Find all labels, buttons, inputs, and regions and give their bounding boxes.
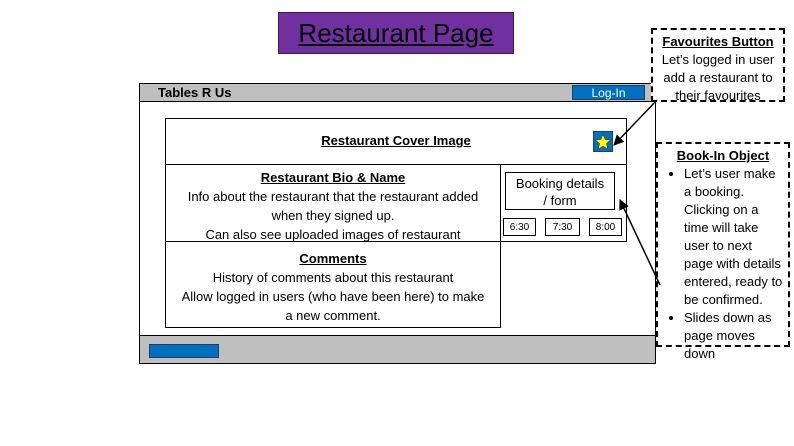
- top-bar: Tables R Us Log-In: [140, 84, 655, 102]
- bio-line: Info about the restaurant that the resta…: [187, 189, 479, 204]
- login-button[interactable]: Log-In: [572, 85, 645, 100]
- bottom-bar: [140, 335, 655, 363]
- time-button-730[interactable]: 7:30: [545, 218, 580, 236]
- bookin-callout-bullet: Let’s user make a booking. Clicking on a…: [684, 165, 784, 309]
- comments-heading: Comments: [299, 251, 367, 266]
- title-banner: Restaurant Page: [278, 12, 514, 54]
- bookin-callout-list: Let’s user make a booking. Clicking on a…: [662, 165, 784, 363]
- booking-form[interactable]: Booking details / form: [505, 172, 615, 210]
- bio-heading: Restaurant Bio & Name: [260, 170, 406, 185]
- favourites-callout-line: their favourites: [675, 88, 761, 103]
- comments-line: Allow logged in users (who have been her…: [181, 289, 485, 304]
- bookin-callout: Book-In Object Let’s user make a booking…: [656, 142, 790, 361]
- page-title: Restaurant Page: [298, 17, 494, 48]
- site-name: Tables R Us: [158, 85, 232, 100]
- favourites-button[interactable]: [593, 131, 613, 152]
- star-icon: [594, 132, 612, 150]
- bio-section: Restaurant Bio & Name Info about the res…: [165, 164, 501, 242]
- comments-line: a new comment.: [285, 308, 381, 323]
- comments-line: History of comments about this restauran…: [212, 270, 454, 285]
- booking-form-label: Booking details: [515, 176, 605, 191]
- favourites-callout-title: Favourites Button: [662, 34, 774, 49]
- bookin-callout-title: Book-In Object: [676, 148, 770, 163]
- bottom-bar-button[interactable]: [149, 344, 219, 358]
- favourites-callout: Favourites Button Let’s logged in user a…: [651, 28, 785, 103]
- time-button-800[interactable]: 8:00: [589, 218, 622, 236]
- cover-image-label: Restaurant Cover Image: [321, 133, 471, 148]
- booking-form-label: / form: [543, 193, 577, 208]
- comments-section: Comments History of comments about this …: [165, 241, 501, 328]
- cover-image-box: Restaurant Cover Image: [165, 118, 627, 165]
- favourites-callout-line: add a restaurant to: [663, 70, 773, 85]
- time-button-630[interactable]: 6:30: [503, 218, 536, 236]
- favourites-callout-line: Let’s logged in user: [661, 52, 775, 67]
- bookin-callout-bullet: Slides down as page moves down: [684, 309, 784, 363]
- bio-line: when they signed up.: [271, 208, 395, 223]
